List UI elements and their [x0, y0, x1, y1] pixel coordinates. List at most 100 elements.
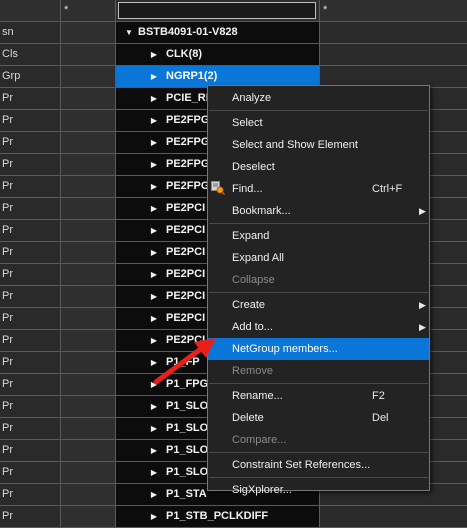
row-type-cell: Pr [0, 396, 61, 417]
row-empty-cell [61, 110, 116, 131]
menu-item-shortcut: Ctrl+F [372, 183, 403, 195]
expand-right-icon[interactable]: ▶ [149, 440, 159, 461]
row-empty-cell [61, 242, 116, 263]
menu-item-label: Add to... [232, 321, 273, 333]
row-empty-cell [61, 506, 116, 527]
menu-item-add-to[interactable]: Add to... ▶ [208, 316, 429, 338]
menu-separator [209, 477, 428, 478]
tree-filter-input[interactable] [118, 2, 316, 19]
menu-item-remove[interactable]: Remove [208, 360, 429, 382]
row-type-cell: Pr [0, 154, 61, 175]
expand-right-icon[interactable]: ▶ [149, 396, 159, 417]
row-type-cell: Pr [0, 418, 61, 439]
expand-right-icon[interactable]: ▶ [149, 242, 159, 263]
expand-right-icon[interactable]: ▶ [149, 220, 159, 241]
menu-item-delete[interactable]: Delete Del [208, 407, 429, 429]
tree-node-label[interactable]: PE2FPG [166, 180, 209, 192]
expand-right-icon[interactable]: ▶ [149, 132, 159, 153]
menu-item-expand-all[interactable]: Expand All [208, 247, 429, 269]
tree-cell[interactable]: ▶ NGRP1(2) [116, 66, 320, 87]
tree-cell[interactable]: ▼ BSTB4091-01-V828 [116, 22, 320, 43]
expand-right-icon[interactable]: ▶ [149, 308, 159, 329]
tree-node-label[interactable]: P1_STB_PCLKDIFF [166, 510, 268, 522]
row-type-label: Pr [2, 158, 13, 170]
tree-node-label[interactable]: CLK(8) [166, 48, 202, 60]
row-empty-cell [61, 198, 116, 219]
menu-item-bookmark[interactable]: Bookmark... ▶ [208, 200, 429, 222]
tree-node-label[interactable]: PE2PCI [166, 202, 205, 214]
table-row[interactable]: sn ▼ BSTB4091-01-V828 [0, 22, 467, 44]
header-filter-cell-0[interactable] [0, 0, 61, 21]
tree-node-label[interactable]: P1_SLO [166, 444, 208, 456]
row-empty-cell [61, 330, 116, 351]
tree-cell[interactable]: ▶ CLK(8) [116, 44, 320, 65]
menu-item-label: Expand [232, 230, 270, 242]
menu-item-shortcut: Del [372, 412, 389, 424]
expand-right-icon[interactable]: ▶ [149, 88, 159, 109]
menu-item-analyze[interactable]: Analyze [208, 87, 429, 109]
menu-item-deselect[interactable]: Deselect [208, 156, 429, 178]
menu-item-select-and-show-element[interactable]: Select and Show Element [208, 134, 429, 156]
submenu-arrow-icon: ▶ [419, 206, 426, 216]
tree-node-label[interactable]: PE2FPG [166, 158, 209, 170]
tree-node-label[interactable]: P1_STA [166, 488, 207, 500]
tree-node-label[interactable]: P1_SLO [166, 422, 208, 434]
row-empty-cell [61, 88, 116, 109]
expand-right-icon[interactable]: ▶ [149, 66, 159, 87]
row-type-label: Grp [2, 70, 21, 82]
table-row[interactable]: Pr ▶ P1_STB_PCLKDIFF [0, 506, 467, 528]
header-filter-cell-2[interactable] [116, 0, 320, 21]
menu-item-expand[interactable]: Expand [208, 225, 429, 247]
row-type-cell: Pr [0, 264, 61, 285]
tree-node-label[interactable]: PE2FPG [166, 136, 209, 148]
menu-item-netgroup-members[interactable]: NetGroup members... [208, 338, 429, 360]
expand-right-icon[interactable]: ▶ [149, 110, 159, 131]
tree-node-label[interactable]: PE2PCI [166, 246, 205, 258]
menu-item-create[interactable]: Create ▶ [208, 294, 429, 316]
tree-node-label[interactable]: P1_SLO [166, 400, 208, 412]
expand-right-icon[interactable]: ▶ [149, 44, 159, 65]
menu-item-constraint-set-references[interactable]: Constraint Set References... [208, 454, 429, 476]
row-type-label: Pr [2, 466, 13, 478]
row-type-cell: Pr [0, 110, 61, 131]
tree-node-label[interactable]: P1_SLO [166, 466, 208, 478]
tree-node-label[interactable]: PE2FPG [166, 114, 209, 126]
expand-right-icon[interactable]: ▶ [149, 484, 159, 505]
tree-node-label[interactable]: PE2PCI [166, 224, 205, 236]
row-type-cell: Pr [0, 176, 61, 197]
tree-cell[interactable]: ▶ P1_STB_PCLKDIFF [116, 506, 320, 527]
row-type-label: Pr [2, 378, 13, 390]
menu-item-rename[interactable]: Rename... F2 [208, 385, 429, 407]
row-empty-cell [61, 22, 116, 43]
tree-node-label[interactable]: BSTB4091-01-V828 [138, 26, 238, 38]
menu-item-find[interactable]: Find... Ctrl+F [208, 178, 429, 200]
tree-node-label[interactable]: NGRP1(2) [166, 70, 217, 82]
expand-right-icon[interactable]: ▶ [149, 286, 159, 307]
menu-item-select[interactable]: Select [208, 112, 429, 134]
header-filter-cell-3[interactable]: * [320, 0, 467, 21]
expand-down-icon[interactable]: ▼ [124, 22, 134, 43]
row-type-label: Pr [2, 510, 13, 522]
table-row[interactable]: Cls ▶ CLK(8) [0, 44, 467, 66]
expand-right-icon[interactable]: ▶ [149, 198, 159, 219]
menu-item-compare[interactable]: Compare... [208, 429, 429, 451]
row-empty-cell [61, 286, 116, 307]
row-type-cell: Pr [0, 506, 61, 527]
expand-right-icon[interactable]: ▶ [149, 154, 159, 175]
menu-item-label: Select and Show Element [232, 139, 358, 151]
expand-right-icon[interactable]: ▶ [149, 506, 159, 527]
row-type-label: Pr [2, 92, 13, 104]
row-type-label: Pr [2, 114, 13, 126]
row-type-label: Pr [2, 334, 13, 346]
tree-node-label[interactable]: PE2PCI [166, 268, 205, 280]
row-type-label: Pr [2, 312, 13, 324]
tree-node-label[interactable]: PE2PCI [166, 312, 205, 324]
header-filter-cell-1[interactable]: * [61, 0, 116, 21]
expand-right-icon[interactable]: ▶ [149, 176, 159, 197]
expand-right-icon[interactable]: ▶ [149, 462, 159, 483]
menu-item-collapse[interactable]: Collapse [208, 269, 429, 291]
expand-right-icon[interactable]: ▶ [149, 418, 159, 439]
expand-right-icon[interactable]: ▶ [149, 264, 159, 285]
tree-node-label[interactable]: PE2PCI [166, 290, 205, 302]
menu-item-sigxplorer[interactable]: SigXplorer... [208, 479, 429, 501]
